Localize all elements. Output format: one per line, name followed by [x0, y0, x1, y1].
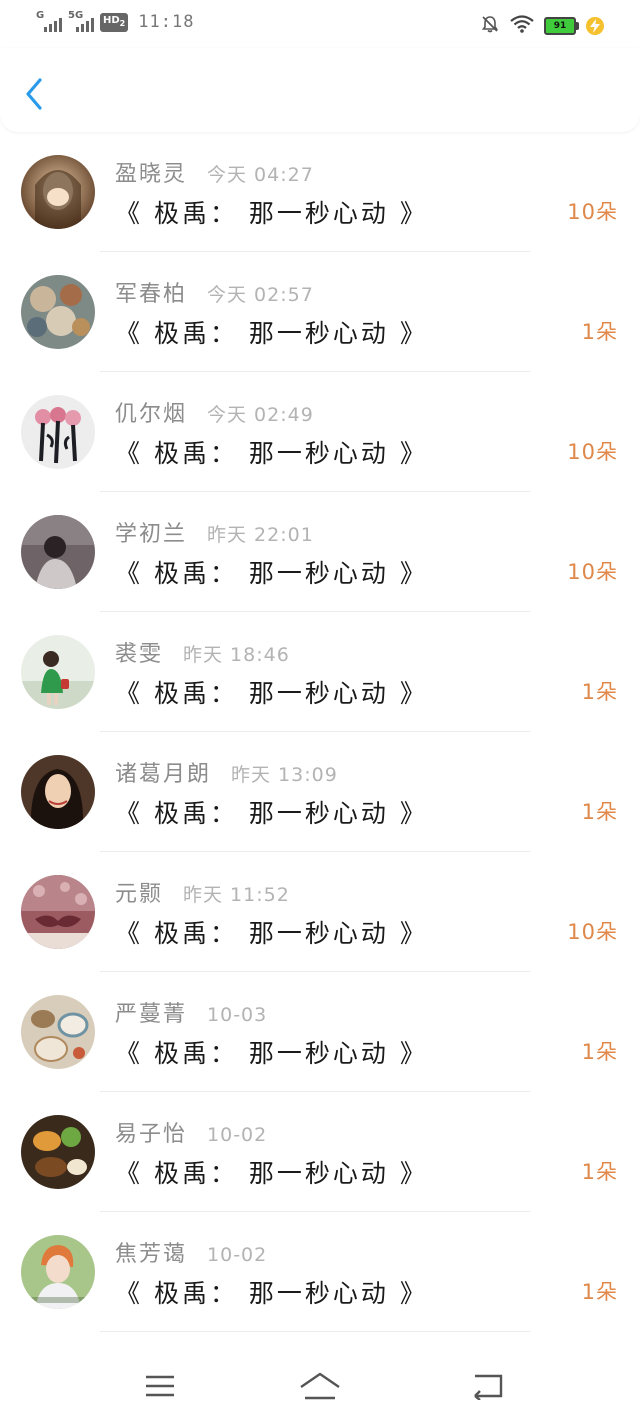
- row-meta: 军春柏 今天 02:57: [115, 276, 314, 308]
- user-name: 仉尔烟: [115, 402, 188, 427]
- list-item[interactable]: 焦芳蔼 10-02 《 极禹： 那一秒心动 》 1朵: [0, 1212, 640, 1332]
- avatar: [21, 755, 95, 829]
- row-meta: 严蔓菁 10-03: [115, 996, 267, 1028]
- list-item[interactable]: 盈晓灵 今天 04:27 《 极禹： 那一秒心动 》 10朵: [0, 132, 640, 252]
- item-title: 《 极禹： 那一秒心动 》: [115, 679, 428, 708]
- row-meta: 学初兰 昨天 22:01: [115, 516, 314, 548]
- item-title: 《 极禹： 那一秒心动 》: [115, 799, 428, 828]
- row-meta: 焦芳蔼 10-02: [115, 1236, 267, 1268]
- list-item[interactable]: 易子怡 10-02 《 极禹： 那一秒心动 》 1朵: [0, 1092, 640, 1212]
- list-item[interactable]: 军春柏 今天 02:57 《 极禹： 那一秒心动 》 1朵: [0, 252, 640, 372]
- item-title: 《 极禹： 那一秒心动 》: [115, 919, 428, 948]
- flower-count: 1朵: [581, 320, 618, 344]
- item-title: 《 极禹： 那一秒心动 》: [115, 1159, 428, 1188]
- list-item[interactable]: 裘雯 昨天 18:46 《 极禹： 那一秒心动 》 1朵: [0, 612, 640, 732]
- return-button[interactable]: [468, 1368, 508, 1408]
- user-name: 诸葛月朗: [115, 762, 212, 787]
- menu-button[interactable]: [140, 1368, 180, 1408]
- item-title: 《 极禹： 那一秒心动 》: [115, 1279, 428, 1308]
- row-meta: 易子怡 10-02: [115, 1116, 267, 1148]
- timestamp: 昨天 22:01: [207, 524, 314, 546]
- flower-count: 10朵: [567, 920, 618, 944]
- row-meta: 盈晓灵 今天 04:27: [115, 156, 314, 188]
- signal-icon: G: [36, 10, 62, 32]
- row-meta: 仉尔烟 今天 02:49: [115, 396, 314, 428]
- flower-count: 1朵: [581, 1040, 618, 1064]
- header: [0, 48, 640, 132]
- bolt-icon: [586, 17, 604, 35]
- row-meta: 元颢 昨天 11:52: [115, 876, 290, 908]
- avatar: [21, 515, 95, 589]
- user-name: 裘雯: [115, 642, 164, 667]
- timestamp: 今天 02:49: [207, 404, 314, 426]
- avatar: [21, 155, 95, 229]
- timestamp: 昨天 11:52: [183, 884, 290, 906]
- wifi-icon: [510, 15, 534, 37]
- item-title: 《 极禹： 那一秒心动 》: [115, 559, 428, 588]
- flower-count: 1朵: [581, 680, 618, 704]
- avatar: [21, 395, 95, 469]
- timestamp: 昨天 13:09: [231, 764, 338, 786]
- flower-count: 1朵: [581, 1280, 618, 1304]
- bell-off-icon: [480, 14, 500, 38]
- status-left: G 5G HD2 11:18: [36, 10, 195, 32]
- user-name: 学初兰: [115, 522, 188, 547]
- flower-count: 10朵: [567, 440, 618, 464]
- user-name: 易子怡: [115, 1122, 188, 1147]
- timestamp: 今天 04:27: [207, 164, 314, 186]
- home-icon: [299, 1371, 341, 1405]
- signal-5g-icon: 5G: [68, 10, 94, 32]
- hd-badge: HD2: [100, 12, 129, 32]
- avatar: [21, 635, 95, 709]
- user-name: 元颢: [115, 882, 164, 907]
- flower-count: 10朵: [567, 560, 618, 584]
- avatar: [21, 1115, 95, 1189]
- timestamp: 10-02: [207, 1244, 268, 1266]
- list-item[interactable]: 仉尔烟 今天 02:49 《 极禹： 那一秒心动 》 10朵: [0, 372, 640, 492]
- user-name: 盈晓灵: [115, 162, 188, 187]
- gift-list: 盈晓灵 今天 04:27 《 极禹： 那一秒心动 》 10朵 军春柏 今天 02…: [0, 132, 640, 1332]
- battery-icon: 91: [544, 17, 579, 35]
- avatar: [21, 875, 95, 949]
- item-title: 《 极禹： 那一秒心动 》: [115, 1039, 428, 1068]
- home-button[interactable]: [300, 1368, 340, 1408]
- timestamp: 10-03: [207, 1004, 268, 1026]
- menu-icon: [144, 1373, 176, 1403]
- list-item[interactable]: 严蔓菁 10-03 《 极禹： 那一秒心动 》 1朵: [0, 972, 640, 1092]
- chevron-left-icon: [24, 78, 44, 114]
- flower-count: 1朵: [581, 800, 618, 824]
- list-item[interactable]: 学初兰 昨天 22:01 《 极禹： 那一秒心动 》 10朵: [0, 492, 640, 612]
- item-title: 《 极禹： 那一秒心动 》: [115, 439, 428, 468]
- row-meta: 裘雯 昨天 18:46: [115, 636, 290, 668]
- timestamp: 今天 02:57: [207, 284, 314, 306]
- list-item[interactable]: 诸葛月朗 昨天 13:09 《 极禹： 那一秒心动 》 1朵: [0, 732, 640, 852]
- status-time: 11:18: [138, 12, 195, 32]
- user-name: 军春柏: [115, 282, 188, 307]
- return-icon: [471, 1372, 505, 1404]
- flower-count: 1朵: [581, 1160, 618, 1184]
- item-title: 《 极禹： 那一秒心动 》: [115, 199, 428, 228]
- avatar: [21, 275, 95, 349]
- item-title: 《 极禹： 那一秒心动 》: [115, 319, 428, 348]
- signal-label: G: [36, 10, 45, 21]
- divider: [100, 1331, 530, 1332]
- status-right: 91: [480, 14, 604, 38]
- back-button[interactable]: [20, 76, 48, 116]
- avatar: [21, 995, 95, 1069]
- system-nav-bar: [0, 1348, 640, 1428]
- list-item[interactable]: 元颢 昨天 11:52 《 极禹： 那一秒心动 》 10朵: [0, 852, 640, 972]
- avatar: [21, 1235, 95, 1309]
- flower-count: 10朵: [567, 200, 618, 224]
- timestamp: 昨天 18:46: [183, 644, 290, 666]
- user-name: 焦芳蔼: [115, 1242, 188, 1267]
- timestamp: 10-02: [207, 1124, 268, 1146]
- status-bar: G 5G HD2 11:18 91: [0, 0, 640, 48]
- row-meta: 诸葛月朗 昨天 13:09: [115, 756, 338, 788]
- user-name: 严蔓菁: [115, 1002, 188, 1027]
